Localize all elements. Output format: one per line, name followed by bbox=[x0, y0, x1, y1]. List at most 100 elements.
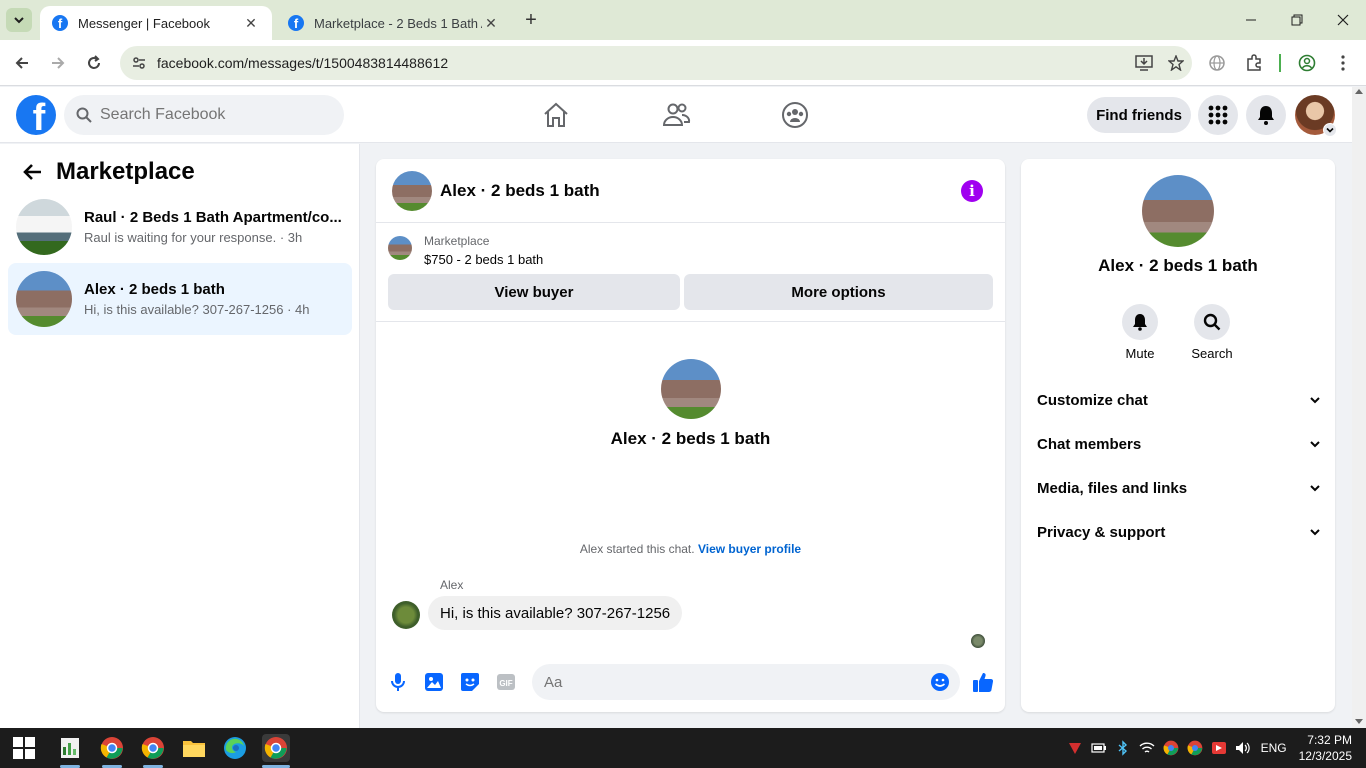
info-icon[interactable]: i bbox=[961, 179, 983, 202]
search-label: Search bbox=[1191, 346, 1233, 361]
folder-icon bbox=[183, 741, 205, 757]
marketplace-chats-panel: Marketplace Raul · 2 Beds 1 Bath Apartme… bbox=[0, 144, 360, 728]
account-avatar[interactable] bbox=[1295, 95, 1337, 137]
clock-time: 7:32 PM bbox=[1307, 733, 1352, 747]
security-tray-icon[interactable] bbox=[1063, 736, 1087, 760]
gif-icon[interactable]: GIF bbox=[494, 670, 518, 694]
app-tray-icon[interactable] bbox=[1207, 736, 1231, 760]
message-input[interactable] bbox=[544, 673, 928, 691]
friends-nav[interactable] bbox=[660, 99, 692, 131]
taskbar-app-spreadsheet[interactable] bbox=[56, 734, 84, 762]
tab-messenger[interactable]: f Messenger | Facebook ✕ bbox=[40, 6, 272, 40]
listing-title[interactable]: $750 - 2 beds 1 bath bbox=[424, 252, 543, 267]
chrome-tray-icon-2[interactable] bbox=[1183, 736, 1207, 760]
chevron-down-icon bbox=[1310, 485, 1320, 492]
conversation-item[interactable]: Raul · 2 Beds 1 Bath Apartment/co... Rau… bbox=[8, 191, 352, 263]
restore-button[interactable] bbox=[1274, 0, 1320, 40]
battery-tray-icon[interactable] bbox=[1087, 736, 1111, 760]
grid-menu-icon bbox=[1208, 105, 1228, 125]
url-text: facebook.com/messages/t/1500483814488612 bbox=[157, 55, 449, 71]
edge-icon bbox=[224, 737, 246, 759]
page-scrollbar[interactable] bbox=[1352, 87, 1366, 728]
facebook-header: f Find friends bbox=[0, 87, 1352, 143]
search-icon bbox=[1203, 313, 1221, 331]
message-input-wrapper[interactable] bbox=[532, 664, 960, 700]
more-options-button[interactable]: More options bbox=[684, 274, 993, 310]
mute-label: Mute bbox=[1125, 346, 1155, 361]
chrome-icon bbox=[264, 737, 287, 759]
tab-close-icon[interactable]: ✕ bbox=[242, 15, 260, 32]
chat-members-section[interactable]: Chat members bbox=[1037, 424, 1321, 464]
taskbar-app-chrome-active[interactable] bbox=[262, 734, 290, 762]
translate-icon[interactable] bbox=[1206, 52, 1228, 74]
wifi-tray-icon[interactable] bbox=[1135, 736, 1159, 760]
minimize-button[interactable] bbox=[1228, 0, 1274, 40]
photo-icon[interactable] bbox=[422, 670, 446, 694]
section-label: Customize chat bbox=[1037, 391, 1148, 409]
language-indicator[interactable]: ENG bbox=[1261, 741, 1287, 755]
back-button[interactable] bbox=[16, 156, 48, 188]
home-nav[interactable] bbox=[540, 99, 572, 131]
close-window-button[interactable] bbox=[1320, 0, 1366, 40]
mute-action[interactable]: Mute bbox=[1110, 304, 1170, 361]
chat-avatar[interactable] bbox=[392, 170, 432, 211]
search-input[interactable] bbox=[100, 106, 320, 124]
forward-button[interactable] bbox=[47, 52, 69, 74]
facebook-favicon-icon: f bbox=[52, 15, 68, 31]
scroll-up-arrow[interactable] bbox=[1355, 89, 1363, 94]
tab-search-button[interactable] bbox=[6, 8, 32, 32]
volume-tray-icon[interactable] bbox=[1231, 736, 1255, 760]
customize-chat-section[interactable]: Customize chat bbox=[1037, 380, 1321, 420]
chrome-tray-icon-1[interactable] bbox=[1159, 736, 1183, 760]
menu-button[interactable] bbox=[1198, 95, 1238, 135]
system-tray: ENG 7:32 PM 12/3/2025 bbox=[1063, 728, 1366, 768]
taskbar-app-chrome-1[interactable] bbox=[98, 734, 126, 762]
profile-icon[interactable] bbox=[1296, 52, 1318, 74]
clock[interactable]: 7:32 PM 12/3/2025 bbox=[1299, 732, 1352, 764]
browser-menu-icon[interactable] bbox=[1332, 52, 1354, 74]
taskbar-app-edge[interactable] bbox=[221, 734, 249, 762]
emoji-icon[interactable] bbox=[928, 670, 952, 694]
conversation-item-selected[interactable]: Alex · 2 beds 1 bath Hi, is this availab… bbox=[8, 263, 352, 335]
facebook-logo-icon[interactable]: f bbox=[16, 95, 56, 135]
conversation-preview: Hi, is this available? 307-267-1256 · 4h bbox=[84, 302, 310, 317]
search-action[interactable]: Search bbox=[1182, 304, 1242, 361]
chat-title[interactable]: Alex · 2 beds 1 bath bbox=[440, 181, 961, 201]
bookmark-star-icon[interactable] bbox=[1160, 51, 1192, 75]
find-friends-button[interactable]: Find friends bbox=[1087, 97, 1191, 133]
message-bubble[interactable]: Hi, is this available? 307-267-1256 bbox=[428, 596, 683, 630]
privacy-support-section[interactable]: Privacy & support bbox=[1037, 512, 1321, 552]
groups-icon bbox=[782, 102, 808, 128]
view-buyer-button[interactable]: View buyer bbox=[388, 274, 680, 310]
listing-source: Marketplace bbox=[424, 234, 490, 248]
like-thumbs-up-icon[interactable] bbox=[971, 670, 995, 694]
back-button[interactable] bbox=[11, 52, 33, 74]
notifications-button[interactable] bbox=[1246, 95, 1286, 135]
details-avatar[interactable] bbox=[1142, 175, 1214, 247]
view-buyer-profile-link[interactable]: View buyer profile bbox=[698, 542, 801, 556]
bluetooth-tray-icon[interactable] bbox=[1111, 736, 1135, 760]
reload-button[interactable] bbox=[83, 52, 105, 74]
tab-marketplace[interactable]: f Marketplace - 2 Beds 1 Bath Ap ✕ bbox=[276, 6, 512, 40]
tab-close-icon[interactable]: ✕ bbox=[482, 15, 500, 32]
address-bar[interactable]: facebook.com/messages/t/1500483814488612 bbox=[120, 46, 1192, 80]
microphone-icon[interactable] bbox=[386, 670, 410, 694]
friends-icon bbox=[662, 103, 691, 126]
windows-taskbar: ENG 7:32 PM 12/3/2025 bbox=[0, 728, 1366, 768]
new-tab-button[interactable]: + bbox=[520, 9, 542, 31]
groups-nav[interactable] bbox=[779, 99, 811, 131]
install-app-icon[interactable] bbox=[1128, 51, 1160, 75]
extensions-icon[interactable] bbox=[1243, 52, 1265, 74]
spreadsheet-icon bbox=[61, 738, 79, 758]
conversation-thumbnail bbox=[16, 199, 72, 255]
listing-banner: Marketplace $750 - 2 beds 1 bath View bu… bbox=[376, 224, 1005, 322]
taskbar-app-chrome-2[interactable] bbox=[139, 734, 167, 762]
facebook-search[interactable] bbox=[64, 95, 344, 135]
site-info-icon[interactable] bbox=[130, 54, 148, 72]
taskbar-app-file-explorer[interactable] bbox=[180, 734, 208, 762]
start-button[interactable] bbox=[10, 734, 38, 762]
sticker-icon[interactable] bbox=[458, 670, 482, 694]
media-files-links-section[interactable]: Media, files and links bbox=[1037, 468, 1321, 508]
message-avatar[interactable] bbox=[392, 601, 420, 629]
scroll-down-arrow[interactable] bbox=[1355, 719, 1363, 724]
